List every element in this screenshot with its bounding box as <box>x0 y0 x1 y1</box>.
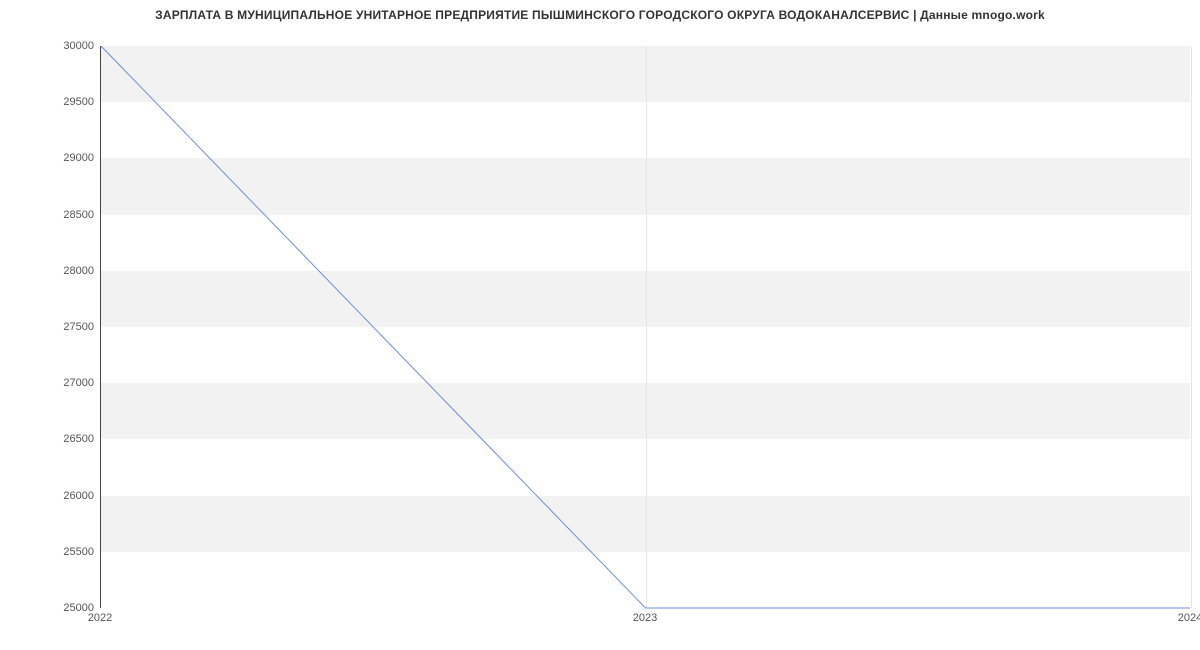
y-tick-label: 25500 <box>6 546 94 558</box>
y-tick-label: 27000 <box>6 377 94 389</box>
y-tick-label: 26500 <box>6 433 94 445</box>
grid-line-vertical <box>1191 46 1192 608</box>
y-tick-label: 30000 <box>6 40 94 52</box>
y-tick-label: 28000 <box>6 265 94 277</box>
y-tick-label: 29500 <box>6 96 94 108</box>
x-tick-label: 2023 <box>633 612 657 624</box>
y-tick-label: 25000 <box>6 602 94 614</box>
chart-title: ЗАРПЛАТА В МУНИЦИПАЛЬНОЕ УНИТАРНОЕ ПРЕДП… <box>0 8 1200 22</box>
chart-container: ЗАРПЛАТА В МУНИЦИПАЛЬНОЕ УНИТАРНОЕ ПРЕДП… <box>0 0 1200 650</box>
y-tick-label: 26000 <box>6 490 94 502</box>
x-tick-label: 2024 <box>1178 612 1200 624</box>
y-tick-label: 28500 <box>6 209 94 221</box>
y-tick-label: 29000 <box>6 152 94 164</box>
y-tick-label: 27500 <box>6 321 94 333</box>
line-series <box>101 46 1190 608</box>
plot-area <box>100 46 1190 608</box>
x-tick-label: 2022 <box>88 612 112 624</box>
